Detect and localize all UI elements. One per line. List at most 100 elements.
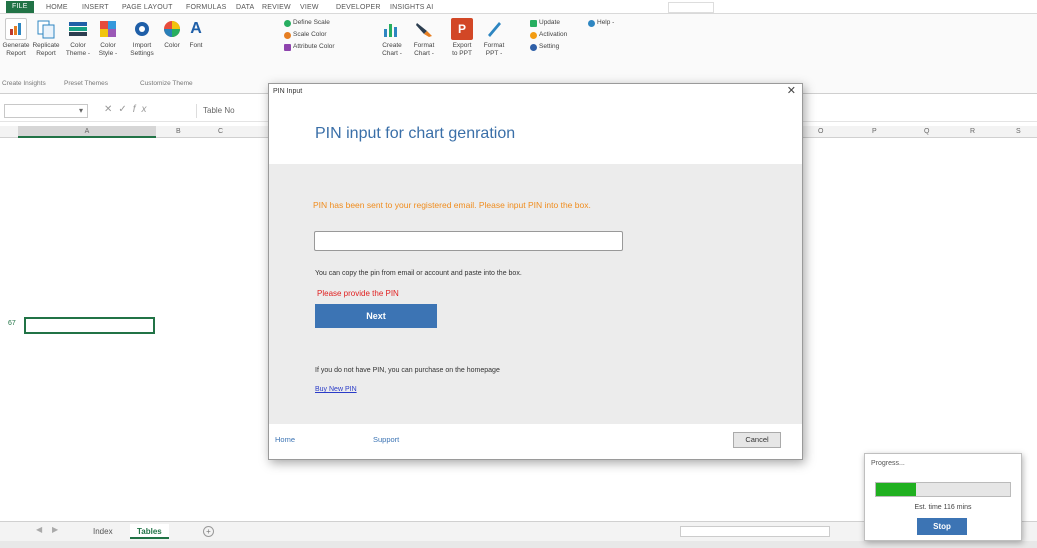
replicate-report-button[interactable]: Replicate Report xyxy=(30,18,62,58)
define-scale-label: Define Scale xyxy=(293,19,330,26)
setting-label: Setting xyxy=(539,43,560,50)
ribbon: Generate Report Replicate Report Color T… xyxy=(0,14,1037,94)
progress-window: Progress... Est. time 116 mins Stop xyxy=(864,453,1022,541)
progress-bar-fill xyxy=(876,483,917,496)
define-scale-button[interactable]: Define Scale xyxy=(284,18,330,28)
pin-hint: You can copy the pin from email or accou… xyxy=(315,270,522,277)
pin-input-dialog: PIN Input ✕ PIN input for chart genratio… xyxy=(268,83,803,460)
activation-icon xyxy=(530,31,537,39)
color-style-button[interactable]: Color Style - xyxy=(92,18,124,58)
column-header-r[interactable]: R xyxy=(970,126,975,138)
group-label-preset-themes: Preset Themes xyxy=(64,80,108,87)
copy-report-icon xyxy=(35,18,57,40)
cancel-button[interactable]: Cancel xyxy=(733,432,781,448)
setting-button[interactable]: Setting xyxy=(530,42,559,52)
font-label: Font xyxy=(189,42,203,49)
generate-report-label: Generate Report xyxy=(2,42,30,57)
column-header-q[interactable]: Q xyxy=(924,126,929,138)
no-pin-text: If you do not have PIN, you can purchase… xyxy=(315,367,500,374)
column-header-s[interactable]: S xyxy=(1016,126,1021,138)
column-header-p[interactable]: P xyxy=(872,126,877,138)
tab-home[interactable]: HOME xyxy=(46,2,68,13)
home-link[interactable]: Home xyxy=(275,435,295,444)
export-ppt-button[interactable]: P Export to PPT xyxy=(446,18,478,58)
support-link[interactable]: Support xyxy=(373,435,399,444)
export-ppt-label: Export to PPT xyxy=(452,42,472,57)
tab-developer[interactable]: DEVELOPER xyxy=(336,2,381,13)
tab-file[interactable]: FILE xyxy=(6,1,34,13)
format-chart-button[interactable]: Format Chart - xyxy=(408,18,440,58)
selected-cell[interactable] xyxy=(24,317,155,334)
chart-report-icon xyxy=(5,18,27,40)
sheet-tab-tables[interactable]: Tables xyxy=(130,524,169,539)
pin-input-field[interactable] xyxy=(314,231,623,251)
attribute-color-icon xyxy=(284,43,291,51)
update-button[interactable]: Update xyxy=(530,18,560,28)
update-label: Update xyxy=(539,19,560,26)
tab-insights-ai[interactable]: INSIGHTS AI xyxy=(390,2,433,13)
create-chart-label: Create Chart - xyxy=(382,42,402,57)
group-label-create-insights: Create Insights xyxy=(2,80,46,87)
close-icon[interactable]: ✕ xyxy=(787,84,796,98)
attribute-color-button[interactable]: Attribute Color xyxy=(284,42,335,52)
name-box[interactable]: ▾ xyxy=(4,104,88,118)
dialog-title: PIN Input xyxy=(273,88,303,95)
help-button[interactable]: Help - xyxy=(588,18,614,28)
enter-icon[interactable]: ✓ xyxy=(118,104,132,115)
dialog-heading: PIN input for chart genration xyxy=(315,125,516,142)
sheet-tab-index[interactable]: Index xyxy=(86,524,120,539)
font-button[interactable]: A Font xyxy=(180,18,212,50)
help-icon xyxy=(588,19,595,27)
format-ppt-label: Format PPT - xyxy=(483,42,505,57)
format-chart-label: Format Chart - xyxy=(413,42,435,57)
add-sheet-icon[interactable]: + xyxy=(203,526,214,537)
tab-insert[interactable]: INSERT xyxy=(82,2,109,13)
generate-report-button[interactable]: Generate Report xyxy=(0,18,32,58)
prev-sheet-icon[interactable]: ◀ xyxy=(36,525,42,534)
scale-color-button[interactable]: Scale Color xyxy=(284,30,327,40)
color-theme-button[interactable]: Color Theme - xyxy=(62,18,94,58)
function-icon[interactable]: fx xyxy=(133,104,153,115)
stop-button[interactable]: Stop xyxy=(917,518,967,535)
column-header-b[interactable]: B xyxy=(176,126,181,138)
pin-sent-message: PIN has been sent to your registered ema… xyxy=(313,200,591,210)
tab-view[interactable]: VIEW xyxy=(300,2,319,13)
create-chart-button[interactable]: Create Chart - xyxy=(376,18,408,58)
tab-formulas[interactable]: FORMULAS xyxy=(186,2,227,13)
replicate-report-label: Replicate Report xyxy=(32,42,60,57)
column-header-o[interactable]: O xyxy=(818,126,823,138)
activation-button[interactable]: Activation xyxy=(530,30,567,40)
gear-icon xyxy=(530,43,537,51)
dialog-body: PIN has been sent to your registered ema… xyxy=(269,164,802,424)
pin-error-message: Please provide the PIN xyxy=(317,289,399,298)
column-header-c[interactable]: C xyxy=(218,126,223,138)
format-ppt-button[interactable]: Format PPT - xyxy=(478,18,510,58)
color-style-icon xyxy=(97,18,119,40)
tab-review[interactable]: REVIEW xyxy=(262,2,291,13)
horizontal-scrollbar[interactable] xyxy=(680,526,830,537)
pen-icon xyxy=(483,18,505,40)
format-brush-icon xyxy=(413,18,435,40)
font-icon: A xyxy=(190,20,202,37)
tab-page-layout[interactable]: PAGE LAYOUT xyxy=(122,2,173,13)
next-button[interactable]: Next xyxy=(315,304,437,328)
column-header-a[interactable]: A xyxy=(18,126,156,138)
formula-buttons: ✕✓fx xyxy=(104,104,153,115)
bar-chart-icon xyxy=(381,18,403,40)
scale-color-label: Scale Color xyxy=(293,31,327,38)
import-settings-button[interactable]: Import Settings xyxy=(126,18,158,58)
activation-label: Activation xyxy=(539,31,568,38)
row-header[interactable]: 67 xyxy=(8,320,16,327)
progress-title: Progress... xyxy=(871,460,905,467)
powerpoint-icon: P xyxy=(451,18,473,40)
title-search-box[interactable] xyxy=(668,2,714,13)
cancel-icon[interactable]: ✕ xyxy=(104,104,118,115)
update-icon xyxy=(530,19,537,27)
import-icon xyxy=(131,18,153,40)
import-settings-label: Import Settings xyxy=(130,42,154,57)
help-label: Help - xyxy=(597,19,615,26)
tab-data[interactable]: DATA xyxy=(236,2,254,13)
buy-new-pin-link[interactable]: Buy New PIN xyxy=(315,386,357,393)
next-sheet-icon[interactable]: ▶ xyxy=(52,525,58,534)
scale-color-icon xyxy=(284,31,291,39)
